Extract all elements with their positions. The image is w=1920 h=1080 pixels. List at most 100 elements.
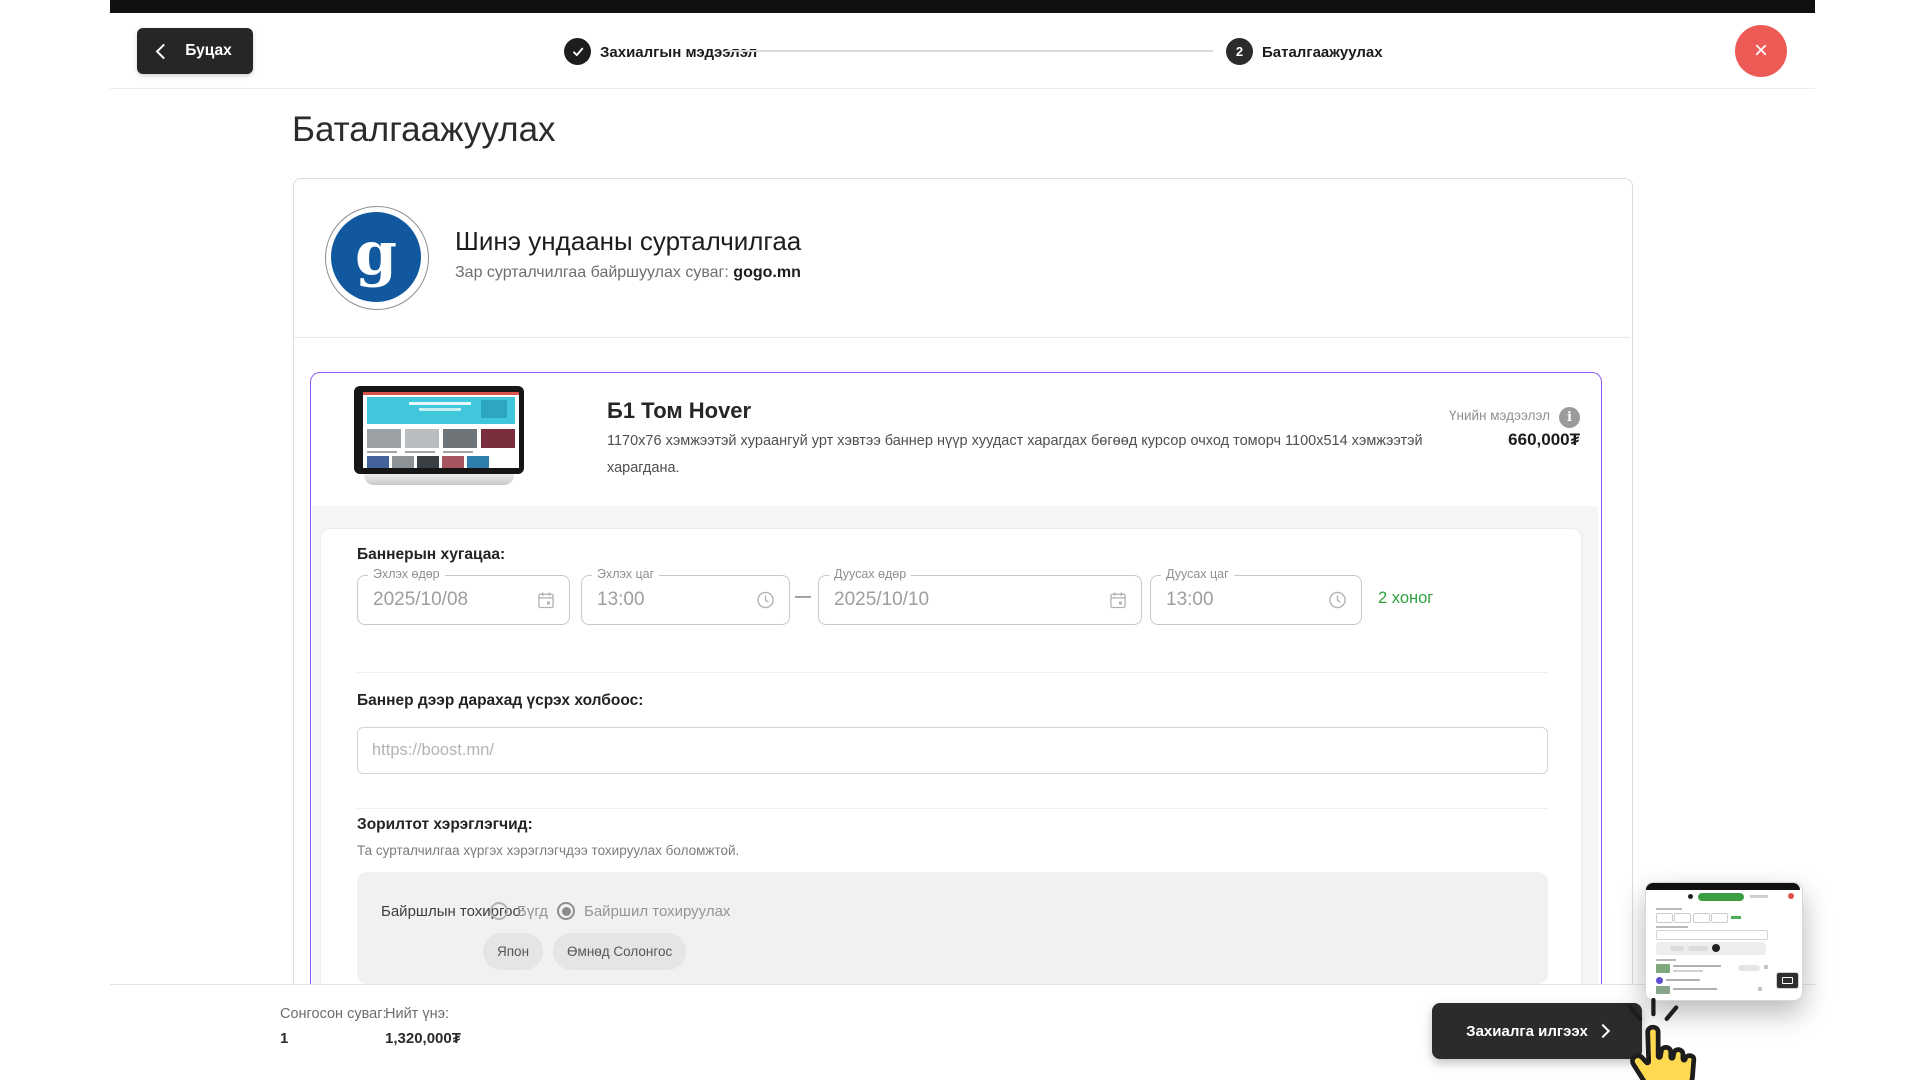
thumb-dark-dot bbox=[1712, 944, 1720, 952]
link-section-label: Баннер дээр дарахад үсрэх холбоос: bbox=[357, 692, 643, 710]
thumb-field bbox=[1674, 913, 1691, 923]
start-time-label: Эхлэх цаг bbox=[592, 567, 659, 581]
page: Буцах Захиалгын мэдээлэл 2 Баталгаажуула… bbox=[0, 0, 1920, 1080]
thumb-dot bbox=[1656, 977, 1663, 984]
end-time-label: Дуусах цаг bbox=[1161, 567, 1234, 581]
radio-selected-icon[interactable] bbox=[557, 902, 575, 920]
campaign-title: Шинэ ундааны сурталчилгаа bbox=[455, 226, 801, 257]
thumb-input bbox=[1656, 930, 1768, 940]
clock-icon bbox=[755, 590, 776, 611]
step-1-label[interactable]: Захиалгын мэдээлэл bbox=[600, 44, 757, 61]
thumb-pill bbox=[1738, 965, 1760, 971]
end-date-value: 2025/10/10 bbox=[834, 589, 929, 611]
thumb-field bbox=[1656, 913, 1673, 923]
thumb-green-text bbox=[1731, 916, 1741, 919]
start-date-field[interactable]: Эхлэх өдөр 2025/10/08 bbox=[357, 575, 570, 625]
location-chip[interactable]: Өмнөд Солонгос bbox=[553, 933, 686, 970]
step-2-label[interactable]: Баталгаажуулах bbox=[1262, 44, 1383, 61]
step-1-done-indicator[interactable] bbox=[564, 38, 591, 65]
section-divider bbox=[357, 808, 1548, 809]
preview-thumbnail[interactable] bbox=[1645, 882, 1803, 1001]
check-icon bbox=[570, 44, 586, 60]
total-price-value: 1,320,000₮ bbox=[385, 1030, 461, 1047]
thumb-green-banner bbox=[1698, 893, 1744, 901]
date-range-separator: — bbox=[789, 588, 817, 606]
laptop-screen bbox=[363, 392, 519, 468]
radio-option-all[interactable]: Бүгд bbox=[490, 902, 548, 920]
stepper-connector bbox=[727, 50, 1213, 52]
thumb-image bbox=[1656, 964, 1670, 973]
thumb-bar bbox=[1673, 988, 1717, 990]
start-time-value: 13:00 bbox=[597, 589, 645, 611]
product-price: 660,000₮ bbox=[1380, 430, 1580, 450]
start-date-label: Эхлэх өдөр bbox=[368, 567, 445, 581]
back-button-label: Буцах bbox=[185, 42, 232, 60]
section-divider bbox=[357, 672, 1548, 673]
radio-option-all-label: Бүгд bbox=[517, 903, 548, 920]
card-divider bbox=[294, 337, 1630, 338]
end-time-field[interactable]: Дуусах цаг 13:00 bbox=[1150, 575, 1362, 625]
window-top-strip bbox=[110, 0, 1815, 13]
end-date-field[interactable]: Дуусах өдөр 2025/10/10 bbox=[818, 575, 1142, 625]
laptop-stand bbox=[364, 474, 514, 485]
thumb-field bbox=[1693, 913, 1710, 923]
campaign-channel: Зар сурталчилгаа байршуулах суваг: gogo.… bbox=[455, 264, 801, 282]
start-time-field[interactable]: Эхлэх цаг 13:00 bbox=[581, 575, 790, 625]
info-icon[interactable]: i bbox=[1559, 407, 1580, 428]
thumb-icon bbox=[1764, 965, 1768, 969]
clock-icon bbox=[1327, 590, 1348, 611]
gogo-logo-icon: g bbox=[331, 212, 421, 302]
banner-preview-image bbox=[352, 386, 528, 490]
period-section-label: Баннерын хугацаа: bbox=[357, 546, 505, 564]
thumb-top-strip bbox=[1646, 883, 1800, 890]
selected-channel-value: 1 bbox=[280, 1030, 288, 1047]
target-section-subtitle: Та сурталчилгаа хүргэх хэрэглэгчдээ тохи… bbox=[357, 843, 739, 858]
close-button[interactable]: × bbox=[1735, 25, 1787, 77]
location-chip-list: Япон Өмнөд Солонгос bbox=[483, 933, 686, 970]
step-2-number: 2 bbox=[1236, 44, 1243, 59]
thumb-bar bbox=[1673, 970, 1703, 972]
radio-unselected-icon[interactable] bbox=[490, 902, 508, 920]
step-2-indicator[interactable]: 2 bbox=[1226, 38, 1253, 65]
thumb-bar bbox=[1666, 979, 1700, 981]
submit-order-label: Захиалга илгээх bbox=[1466, 1023, 1588, 1040]
laptop-frame bbox=[354, 386, 524, 474]
thumb-bar bbox=[1750, 895, 1768, 898]
thumb-pip-icon bbox=[1776, 972, 1799, 989]
thumb-bar bbox=[1656, 959, 1676, 961]
start-date-value: 2025/10/08 bbox=[373, 589, 468, 611]
total-price-label: Нийт үнэ: bbox=[385, 1006, 449, 1022]
thumb-bar bbox=[1656, 926, 1688, 928]
product-description: 1170x76 хэмжээтэй хураангуй урт хэвтээ б… bbox=[607, 428, 1442, 482]
target-section-heading: Зорилтот хэрэглэгчид: bbox=[357, 816, 533, 834]
thumb-pill bbox=[1688, 946, 1708, 951]
chevron-left-icon bbox=[156, 43, 172, 59]
thumb-bar bbox=[1656, 908, 1682, 910]
channel-value: gogo.mn bbox=[733, 264, 801, 281]
back-button[interactable]: Буцах bbox=[137, 28, 253, 74]
radio-option-custom-label: Байршил тохируулах bbox=[584, 903, 730, 920]
page-title: Баталгаажуулах bbox=[292, 110, 556, 150]
thumb-pill bbox=[1670, 946, 1684, 951]
location-chip[interactable]: Япон bbox=[483, 933, 543, 970]
channel-label: Зар сурталчилгаа байршуулах суваг: bbox=[455, 264, 729, 281]
link-input[interactable] bbox=[357, 727, 1548, 774]
price-info-label: Үнийн мэдээлэл bbox=[1360, 408, 1550, 423]
thumb-field bbox=[1711, 913, 1728, 923]
thumb-bar bbox=[1673, 965, 1721, 967]
product-name: Б1 Том Hover bbox=[607, 398, 751, 424]
selected-channel-label: Сонгосон суваг: bbox=[280, 1006, 387, 1022]
duration-badge: 2 хоног bbox=[1378, 589, 1433, 608]
submit-order-button[interactable]: Захиалга илгээх bbox=[1432, 1003, 1642, 1059]
calendar-icon bbox=[536, 590, 556, 610]
calendar-icon bbox=[1108, 590, 1128, 610]
thumb-step-dot bbox=[1688, 894, 1693, 899]
end-date-label: Дуусах өдөр bbox=[829, 567, 911, 581]
thumb-close-dot bbox=[1788, 893, 1794, 899]
thumb-image bbox=[1656, 986, 1670, 994]
channel-logo: g bbox=[325, 206, 429, 310]
end-time-value: 13:00 bbox=[1166, 589, 1214, 611]
chevron-right-icon bbox=[1596, 1024, 1610, 1038]
radio-option-custom-location[interactable]: Байршил тохируулах bbox=[557, 902, 730, 920]
thumb-icon bbox=[1758, 987, 1762, 991]
